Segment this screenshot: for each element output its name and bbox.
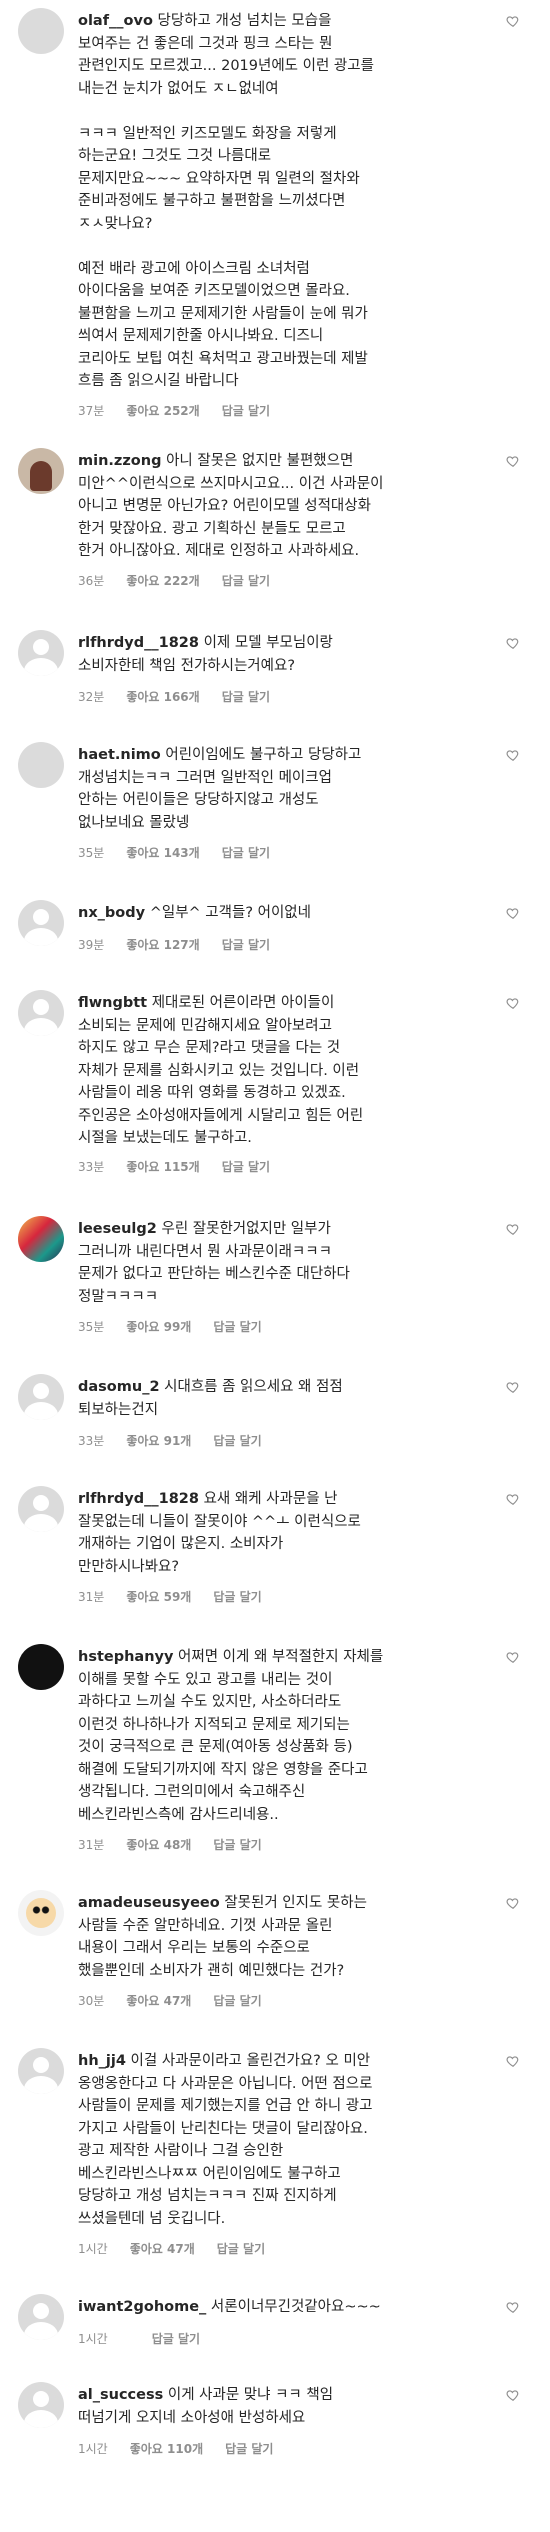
heart-icon[interactable] <box>506 2300 520 2314</box>
comment-username[interactable]: dasomu_2 <box>78 1379 160 1395</box>
comment-time: 1시간 <box>78 2242 108 2256</box>
avatar[interactable] <box>18 448 64 494</box>
avatar[interactable] <box>18 2048 64 2094</box>
comment-text: 이걸 사과문이라고 올린건가요? 오 미안 옹앵옹한다고 다 사과문은 아닙니다… <box>78 2053 373 2227</box>
heart-icon[interactable] <box>506 1222 520 1236</box>
comment-username[interactable]: haet.nimo <box>78 747 161 763</box>
comment-username[interactable]: iwant2gohome_ <box>78 2299 206 2315</box>
comment-likes[interactable]: 좋아요 91개 <box>126 1432 191 1449</box>
comment-time: 1시간 <box>78 2332 108 2346</box>
comment-likes[interactable]: 좋아요 115개 <box>126 1158 199 1175</box>
avatar[interactable] <box>18 1216 64 1262</box>
comment-username[interactable]: leeseulg2 <box>78 1221 157 1237</box>
reply-button[interactable]: 답글 달기 <box>222 402 270 419</box>
comment-username[interactable]: rlfhrdyd__1828 <box>78 1491 199 1507</box>
comment-likes[interactable]: 좋아요 252개 <box>126 402 199 419</box>
comment-text: 서론이너무긴것같아요~~~ <box>210 2299 381 2315</box>
avatar[interactable] <box>18 2382 64 2428</box>
comment-username[interactable]: olaf__ovo <box>78 13 153 29</box>
heart-icon[interactable] <box>506 1650 520 1664</box>
comment-username[interactable]: amadeuseusyeeo <box>78 1895 220 1911</box>
comment-username[interactable]: al_success <box>78 2387 163 2403</box>
reply-button[interactable]: 답글 달기 <box>217 2240 265 2257</box>
comment-username[interactable]: min.zzong <box>78 453 161 469</box>
reply-button[interactable]: 답글 달기 <box>213 1588 261 1605</box>
heart-icon[interactable] <box>506 14 520 28</box>
comment-likes[interactable]: 좋아요 127개 <box>126 936 199 953</box>
avatar[interactable] <box>18 8 64 54</box>
comment-time: 37분 <box>78 404 105 418</box>
avatar[interactable] <box>18 990 64 1036</box>
comment-time: 39분 <box>78 938 105 952</box>
avatar[interactable] <box>18 1890 64 1936</box>
comment-text: 제대로된 어른이라면 아이들이 소비되는 문제에 민감해지세요 알아보려고 하지… <box>78 995 364 1146</box>
avatar[interactable] <box>18 2294 64 2340</box>
avatar[interactable] <box>18 1374 64 1420</box>
heart-icon[interactable] <box>506 1896 520 1910</box>
comment-likes[interactable]: 좋아요 222개 <box>126 572 199 589</box>
reply-button[interactable]: 답글 달기 <box>213 1836 261 1853</box>
reply-button[interactable]: 답글 달기 <box>222 688 270 705</box>
reply-button[interactable]: 답글 달기 <box>222 844 270 861</box>
comment-likes[interactable]: 좋아요 110개 <box>130 2440 203 2457</box>
comment-time: 30분 <box>78 1994 105 2008</box>
comment-likes[interactable]: 좋아요 47개 <box>130 2240 195 2257</box>
comment-likes[interactable]: 좋아요 59개 <box>126 1588 191 1605</box>
comment-text: 어쩌면 이게 왜 부적절한지 자체를 이해를 못할 수도 있고 광고를 내리는 … <box>78 1649 384 1823</box>
comment-username[interactable]: hh_jj4 <box>78 2053 126 2069</box>
comment-time: 36분 <box>78 574 105 588</box>
heart-icon[interactable] <box>506 2054 520 2068</box>
comment-time: 35분 <box>78 1320 105 1334</box>
comment-time: 31분 <box>78 1838 105 1852</box>
comment-likes[interactable]: 좋아요 143개 <box>126 844 199 861</box>
comment-time: 31분 <box>78 1590 105 1604</box>
heart-icon[interactable] <box>506 748 520 762</box>
avatar[interactable] <box>18 1486 64 1532</box>
reply-button[interactable]: 답글 달기 <box>213 1992 261 2009</box>
comment-time: 33분 <box>78 1434 105 1448</box>
heart-icon[interactable] <box>506 1380 520 1394</box>
comment-time: 35분 <box>78 846 105 860</box>
comment-likes[interactable]: 좋아요 166개 <box>126 688 199 705</box>
comment-text: 당당하고 개성 넘치는 모습을 보여주는 건 좋은데 그것과 핑크 스타는 뭔 … <box>78 13 374 389</box>
reply-button[interactable]: 답글 달기 <box>222 1158 270 1175</box>
heart-icon[interactable] <box>506 996 520 1010</box>
avatar[interactable] <box>18 742 64 788</box>
heart-icon[interactable] <box>506 454 520 468</box>
comment-text: ^일부^ 고객들? 어이없네 <box>149 905 311 921</box>
reply-button[interactable]: 답글 달기 <box>225 2440 273 2457</box>
reply-button[interactable]: 답글 달기 <box>213 1318 261 1335</box>
heart-icon[interactable] <box>506 2388 520 2402</box>
comment-username[interactable]: nx_body <box>78 905 145 921</box>
comment-likes[interactable]: 좋아요 99개 <box>126 1318 191 1335</box>
heart-icon[interactable] <box>506 1492 520 1506</box>
avatar[interactable] <box>18 900 64 946</box>
comment-likes[interactable]: 좋아요 47개 <box>126 1992 191 2009</box>
avatar[interactable] <box>18 1644 64 1690</box>
comment-username[interactable]: flwngbtt <box>78 995 147 1011</box>
reply-button[interactable]: 답글 달기 <box>222 572 270 589</box>
comment-feed: olaf__ovo 당당하고 개성 넘치는 모습을 보여주는 건 좋은데 그것과… <box>0 0 550 2532</box>
comment-username[interactable]: rlfhrdyd__1828 <box>78 635 199 651</box>
reply-button[interactable]: 답글 달기 <box>222 936 270 953</box>
avatar[interactable] <box>18 630 64 676</box>
reply-button[interactable]: 답글 달기 <box>152 2330 200 2347</box>
comment-username[interactable]: hstephanyy <box>78 1649 173 1665</box>
comment-time: 33분 <box>78 1160 105 1174</box>
reply-button[interactable]: 답글 달기 <box>213 1432 261 1449</box>
heart-icon[interactable] <box>506 636 520 650</box>
comment-time: 32분 <box>78 690 105 704</box>
comment-likes[interactable]: 좋아요 48개 <box>126 1836 191 1853</box>
comment-time: 1시간 <box>78 2442 108 2456</box>
heart-icon[interactable] <box>506 906 520 920</box>
